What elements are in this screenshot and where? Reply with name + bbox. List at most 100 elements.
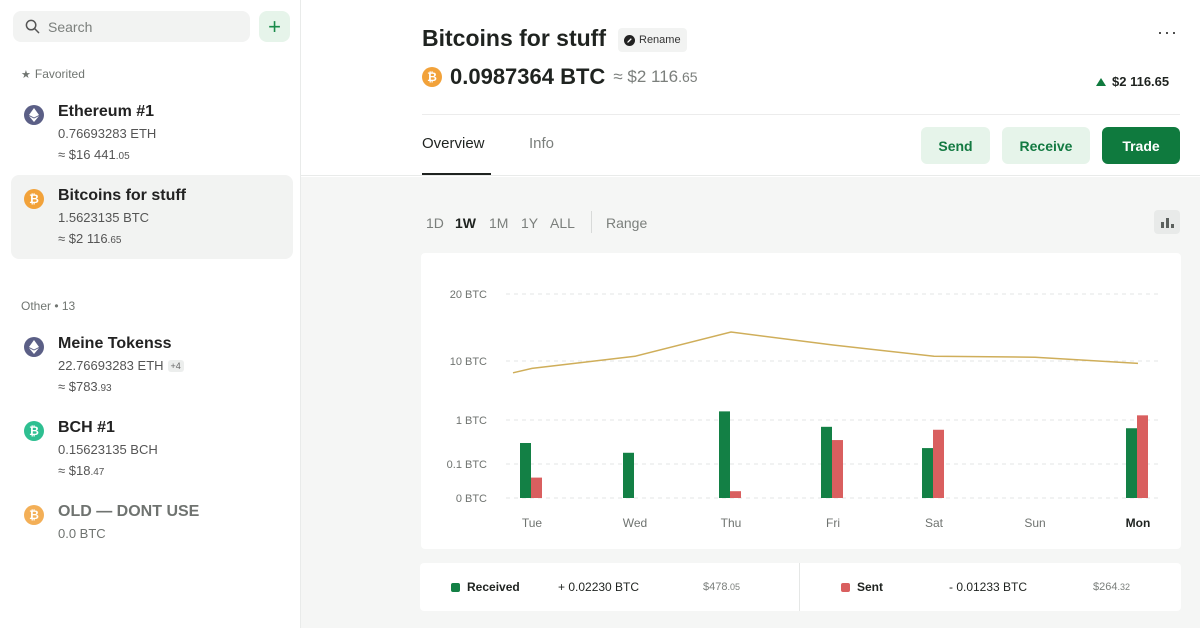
wallet-item-old-dont-use[interactable]: ₿ OLD — DONT USE 0.0 BTC	[11, 491, 293, 555]
wallet-fiat: ≈ $2 116.65	[58, 231, 122, 246]
bitcoin-icon: ₿	[422, 67, 442, 87]
tab-overview[interactable]: Overview	[422, 135, 485, 152]
received-amount: + 0.02230 BTC	[558, 580, 640, 594]
bitcoin-icon: ₿	[24, 189, 44, 209]
summary-bar: Received + 0.02230 BTC $478.05 Sent - 0.…	[420, 563, 1181, 611]
wallet-item-bitcoins-for-stuff[interactable]: ₿ Bitcoins for stuff 1.5623135 BTC ≈ $2 …	[11, 175, 293, 259]
range-1d[interactable]: 1D	[426, 215, 444, 231]
more-options-button[interactable]: ···	[1157, 22, 1178, 43]
chart-card: 0 BTC 0.1 BTC 1 BTC 10 BTC 20 BTC Tue Wed Thu Fr…	[421, 253, 1181, 549]
y-tick-label: 0.1 BTC	[447, 459, 487, 471]
other-section-label: Other • 13	[21, 299, 76, 313]
favorited-label-text: Favorited	[34, 67, 85, 81]
sent-bar	[933, 429, 944, 498]
received-bar	[1126, 428, 1137, 498]
balance-fiat: ≈ $2 116.65	[613, 67, 698, 86]
x-tick-label: Wed	[623, 516, 647, 530]
balance-btc: 0.0987364 BTC	[450, 64, 606, 89]
range-1m[interactable]: 1M	[489, 215, 508, 231]
received-swatch	[451, 582, 460, 592]
y-tick-label: 10 BTC	[450, 356, 487, 368]
token-count-badge: +4	[167, 359, 184, 372]
sent-legend: Sent	[841, 580, 883, 594]
search-icon	[25, 19, 40, 34]
received-bar	[520, 443, 531, 498]
sent-bar	[730, 491, 741, 498]
balance-line	[512, 331, 1139, 374]
sent-fiat: $264.32	[1093, 581, 1130, 593]
wallet-item-ethereum-1[interactable]: Ethereum #1 0.76693283 ETH ≈ $16 441.05	[11, 91, 293, 175]
wallet-amount: 1.5623135 BTC	[58, 210, 150, 225]
wallet-fiat: ≈ $783.93	[58, 379, 112, 394]
x-tick-label: Tue	[522, 516, 543, 530]
wallet-amount: 0.0 BTC	[58, 526, 106, 541]
wallet-name: Bitcoins for stuff	[58, 187, 186, 204]
wallet-item-bch-1[interactable]: ₿ BCH #1 0.15623135 BCH ≈ $18.47	[11, 407, 293, 491]
received-bar	[719, 411, 730, 498]
bitcoin-cash-icon: ₿	[24, 421, 44, 441]
sent-label: Sent	[857, 580, 884, 594]
received-bar	[623, 452, 634, 498]
ethereum-icon	[24, 337, 44, 357]
add-wallet-button[interactable]: +	[259, 11, 290, 42]
wallet-name: Meine Tokenss	[58, 335, 172, 352]
x-tick-label: Mon	[1126, 516, 1151, 530]
x-tick-label: Sat	[925, 516, 944, 530]
range-1w[interactable]: 1W	[455, 215, 476, 231]
search-input[interactable]	[48, 18, 228, 35]
wallet-name: Ethereum #1	[58, 103, 155, 120]
page-title: Bitcoins for stuff	[422, 25, 606, 51]
received-fiat: $478.05	[703, 581, 740, 593]
y-tick-label: 1 BTC	[456, 415, 487, 427]
wallet-amount: 0.15623135 BCH	[58, 442, 158, 457]
wallet-item-meine-tokenss[interactable]: Meine Tokenss 22.76693283 ETH +4 ≈ $783.9…	[11, 323, 293, 407]
sent-swatch	[841, 582, 850, 592]
received-bar	[922, 448, 933, 498]
arrow-up-icon	[1096, 77, 1106, 86]
trade-button[interactable]: Trade	[1102, 127, 1180, 164]
main-panel: Bitcoins for stuff Rename ··· ₿ 0.098736…	[301, 0, 1200, 628]
chart-type-toggle-icon[interactable]	[1154, 210, 1180, 234]
rename-button[interactable]: Rename	[618, 28, 687, 52]
sidebar: + ★ Favorited Ethereum #1 0.76693283 ETH…	[0, 0, 301, 628]
sent-bar	[1137, 415, 1148, 498]
x-tick-label: Thu	[721, 516, 742, 530]
wallet-name: BCH #1	[58, 419, 115, 436]
received-label: Received	[467, 580, 520, 594]
activity-chart: 0 BTC 0.1 BTC 1 BTC 10 BTC 20 BTC Tue Wed Thu Fr…	[447, 289, 1158, 530]
balance-row: ₿ 0.0987364 BTC ≈ $2 116.65	[422, 64, 698, 90]
ethereum-icon	[24, 105, 44, 125]
sent-amount: - 0.01233 BTC	[949, 580, 1028, 594]
range-custom[interactable]: Range	[606, 215, 647, 231]
divider	[422, 114, 1180, 115]
rename-label: Rename	[639, 34, 681, 46]
wallet-amount: 22.76693283 ETH +4	[58, 358, 184, 373]
y-tick-label: 20 BTC	[450, 289, 487, 301]
favorited-section-label: ★ Favorited	[21, 67, 85, 81]
range-divider	[591, 211, 592, 233]
pencil-icon	[624, 34, 635, 46]
summary-divider	[799, 563, 800, 611]
send-button[interactable]: Send	[921, 127, 990, 164]
x-tick-label: Fri	[826, 516, 840, 530]
received-legend: Received	[451, 580, 520, 594]
active-tab-indicator	[422, 173, 491, 175]
range-1y[interactable]: 1Y	[521, 215, 538, 231]
wallet-fiat: ≈ $16 441.05	[58, 147, 130, 162]
star-icon: ★	[21, 68, 31, 81]
bitcoin-icon: ₿	[24, 505, 44, 525]
sent-bar	[531, 477, 542, 498]
change-value: $2 116.65	[1112, 74, 1170, 89]
y-tick-label: 0 BTC	[456, 493, 487, 505]
wallet-fiat: ≈ $18.47	[58, 463, 105, 478]
sent-bar	[832, 440, 843, 498]
wallet-amount: 0.76693283 ETH	[58, 126, 157, 141]
wallet-header: Bitcoins for stuff Rename ··· ₿ 0.098736…	[301, 0, 1200, 176]
receive-button[interactable]: Receive	[1002, 127, 1090, 164]
search-box[interactable]	[13, 11, 250, 42]
range-all[interactable]: ALL	[550, 215, 575, 231]
tab-info[interactable]: Info	[529, 135, 554, 152]
chart-section: 1D 1W 1M 1Y ALL Range 0 BTC 0.1 BTC 1 BTC 1…	[301, 177, 1200, 628]
received-bar	[821, 426, 832, 498]
change-indicator: $2 116.65	[1096, 74, 1169, 89]
